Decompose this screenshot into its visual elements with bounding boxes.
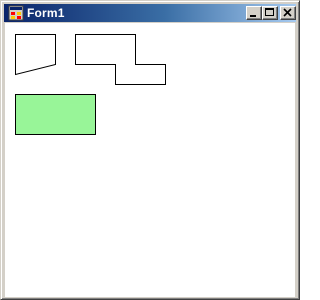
window-title: Form1 (27, 6, 65, 20)
title-bar[interactable]: Form1 (4, 4, 296, 22)
form-app-icon[interactable] (8, 5, 24, 21)
form-window: Form1 (0, 0, 300, 300)
step-polygon-shape (75, 34, 166, 85)
trapezoid-shape (15, 34, 56, 76)
drawing-canvas (15, 34, 166, 135)
maximize-button[interactable] (262, 6, 278, 20)
minimize-button[interactable] (246, 6, 262, 20)
client-area (5, 23, 295, 297)
green-rectangle-shape (15, 94, 96, 135)
minimize-icon (250, 15, 256, 17)
maximize-icon (265, 8, 274, 16)
close-icon (283, 8, 292, 17)
close-button[interactable] (280, 6, 296, 20)
